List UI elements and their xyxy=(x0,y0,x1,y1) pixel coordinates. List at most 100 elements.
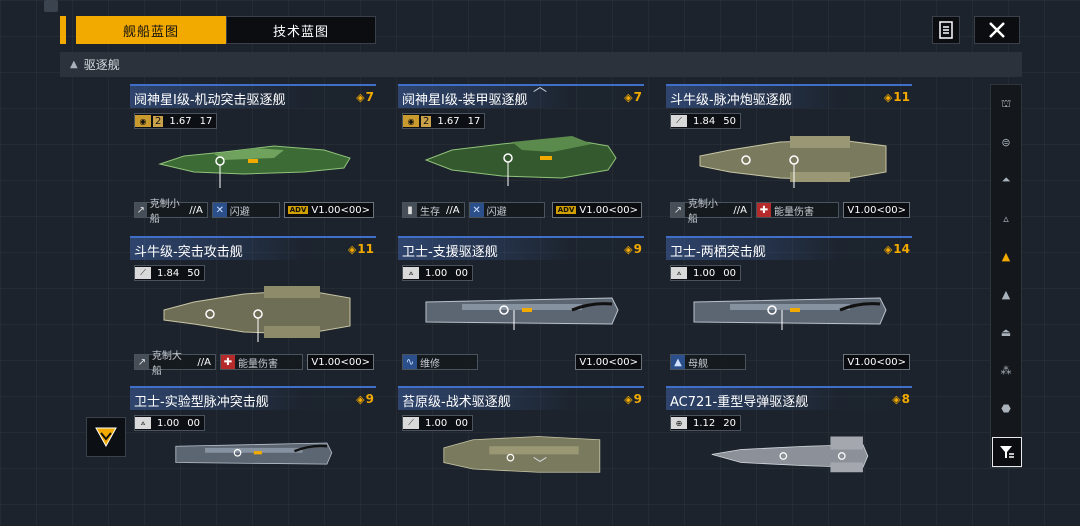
flagship-icon[interactable]: ⬣ xyxy=(991,393,1021,423)
blueprint-card[interactable]: 卫士-实验型脉冲突击舰 ◈ 9 ⟑ 1.00 00 xyxy=(130,386,376,526)
card-title: AC721-重型导弹驱逐舰 xyxy=(670,395,809,410)
card-cost: ◈ 7 xyxy=(356,90,374,104)
tech-value: 1.67 xyxy=(169,115,192,127)
blueprint-card[interactable]: 斗牛级-突击攻击舰 ◈ 11 ⟋ 1.84 50 ↗ 克制大船 //A ✚ 能量伤害 V… xyxy=(130,236,376,377)
card-cost: ◈ 9 xyxy=(356,392,374,406)
destroyer-icon[interactable]: ⏶ xyxy=(991,165,1021,195)
trait-label: 克制大船 xyxy=(151,351,182,377)
card-title: 卫士-两栖突击舰 xyxy=(670,245,766,260)
tech-sub-value: 00 xyxy=(723,267,736,279)
card-title: 卫士-实验型脉冲突击舰 xyxy=(134,395,269,410)
tech-level: ⟋ 1.00 00 xyxy=(402,415,473,431)
faction-logo-icon: ◉ xyxy=(403,115,419,127)
trait-tag: ▮ 生存 //A xyxy=(402,202,465,218)
document-icon xyxy=(939,21,953,39)
card-title: 苔原级-战术驱逐舰 xyxy=(402,395,511,410)
close-button[interactable] xyxy=(974,16,1020,44)
faction-logo-icon: ⟑ xyxy=(135,417,151,429)
blueprint-card[interactable]: 卫士-两栖突击舰 ◈ 14 ⟑ 1.00 00 ▲ 母舰 V1.00<00> xyxy=(666,236,912,376)
trait-grade: //A xyxy=(733,204,747,216)
tab-ship-blueprint[interactable]: 舰船蓝图 xyxy=(76,16,226,44)
section-header[interactable]: ▲ 驱逐舰 xyxy=(60,52,1022,77)
faction-logo-icon: ⟋ xyxy=(671,115,687,127)
trait-label: 闪避 xyxy=(229,206,250,218)
trait-label: 生存 xyxy=(420,206,440,218)
cost-icon: ◈ xyxy=(624,242,633,256)
blueprint-card[interactable]: AC721-重型导弹驱逐舰 ◈ 8 ⊕ 1.12 20 xyxy=(666,386,912,526)
fleet-toggle-button[interactable] xyxy=(86,417,126,457)
card-title-bar: AC721-重型导弹驱逐舰 ◈ 8 xyxy=(666,386,912,410)
card-cost: ◈ 9 xyxy=(624,392,642,406)
version-badge: ADV V1.00<00> xyxy=(283,202,374,218)
auxiliary-icon[interactable]: ⁂ xyxy=(991,355,1021,385)
trait-tag: ▲ 母舰 xyxy=(670,354,746,370)
version-text: V1.00<00> xyxy=(311,356,370,368)
version-text: V1.00<00> xyxy=(579,204,638,216)
battlecruiser-icon[interactable]: ▲ xyxy=(991,279,1021,309)
counter-icon: ↗ xyxy=(135,355,149,369)
tech-value: 1.84 xyxy=(157,267,180,279)
corvette-icon[interactable]: ⊜ xyxy=(991,127,1021,157)
close-icon xyxy=(989,22,1005,38)
card-footer: ▲ 母舰 V1.00<00> xyxy=(670,354,910,370)
card-footer: ↗ 克制大船 //A ✚ 能量伤害 V1.00<00> xyxy=(134,351,374,377)
tab-tech-blueprint[interactable]: 技术蓝图 xyxy=(226,16,376,44)
back-chip[interactable] xyxy=(44,0,58,12)
blueprint-card[interactable]: 卫士-支援驱逐舰 ◈ 9 ⟑ 1.00 00 ∿ 维修 V1.00<00> xyxy=(398,236,644,376)
dodge-icon: ✕ xyxy=(212,203,227,217)
scroll-down-icon[interactable]: ﹀ xyxy=(533,454,547,474)
trait-label: 母舰 xyxy=(688,358,708,370)
faction-logo-icon: ⟑ xyxy=(671,267,687,279)
cost-icon: ◈ xyxy=(356,392,365,406)
carrier-icon[interactable]: ⏏ xyxy=(991,317,1021,347)
card-title: 卫士-支援驱逐舰 xyxy=(402,245,498,260)
energy-damage-icon: ✚ xyxy=(221,355,235,369)
tech-level: ◉ 2 1.67 17 xyxy=(134,113,218,129)
blueprint-card[interactable]: 斗牛级-脉冲炮驱逐舰 ◈ 11 ⟋ 1.84 50 ↗ 克制小船 //A ✚ 能量伤害 … xyxy=(666,84,912,225)
carrier-icon: ▲ xyxy=(671,355,685,369)
ship-image xyxy=(699,136,887,188)
blueprint-card[interactable]: 苔原级-战术驱逐舰 ◈ 9 ⟋ 1.00 00 xyxy=(398,386,644,526)
card-cost: ◈ 8 xyxy=(892,392,910,406)
cost-icon: ◈ xyxy=(347,242,357,256)
blueprint-card[interactable]: 阋神星I级-机动突击驱逐舰 ◈ 7 ◉ 2 1.67 17 ↗ 克制小船 //A ✕ 闪… xyxy=(130,84,376,225)
card-title: 斗牛级-突击攻击舰 xyxy=(134,245,243,260)
cost-value: 11 xyxy=(893,90,910,104)
card-title-bar: 斗牛级-脉冲炮驱逐舰 ◈ 11 xyxy=(666,84,912,108)
ship-image xyxy=(693,297,887,330)
document-button[interactable] xyxy=(932,16,960,44)
card-footer: ∿ 维修 V1.00<00> xyxy=(402,354,642,370)
tab-group: 舰船蓝图 技术蓝图 xyxy=(60,16,376,44)
version-badge: V1.00<00> xyxy=(307,354,374,370)
trait-label: 克制小船 xyxy=(149,199,180,225)
dodge-icon: ✕ xyxy=(469,203,484,217)
cruiser-icon[interactable]: ▵ xyxy=(991,203,1021,233)
tech-value: 1.67 xyxy=(437,115,460,127)
trait-label: 能量伤害 xyxy=(238,358,278,370)
tech-sub-value: 00 xyxy=(187,417,200,429)
tech-sub-value: 20 xyxy=(723,417,736,429)
frigate-icon[interactable]: ⛫ xyxy=(991,89,1021,119)
tech-sub-value: 50 xyxy=(187,267,200,279)
repair-icon: ∿ xyxy=(403,355,417,369)
trait-tag: ∿ 维修 xyxy=(402,354,478,370)
card-title-bar: 卫士-支援驱逐舰 ◈ 9 xyxy=(398,236,644,260)
faction-logo-icon: ⊕ xyxy=(671,417,687,429)
version-text: V1.00<00> xyxy=(311,204,370,216)
trait-tag: ✚ 能量伤害 xyxy=(756,202,840,218)
tech-level: ⊕ 1.12 20 xyxy=(670,415,741,431)
version-badge: V1.00<00> xyxy=(843,202,910,218)
card-title: 斗牛级-脉冲炮驱逐舰 xyxy=(670,93,792,108)
trait-grade: //A xyxy=(446,204,460,216)
card-footer: ▮ 生存 //A ✕ 闪避 ADV V1.00<00> xyxy=(402,202,642,218)
ship-image xyxy=(163,286,351,342)
ship-image xyxy=(443,436,601,473)
filter-button[interactable] xyxy=(992,437,1022,467)
version-badge: V1.00<00> xyxy=(575,354,642,370)
ship-class-sidebar: ⛫ ⊜ ⏶ ▵ ▲ ▲ ⏏ ⁂ ⬣ xyxy=(990,84,1022,468)
destroyer-active-icon[interactable]: ▲ xyxy=(991,241,1021,271)
tech-value: 1.84 xyxy=(693,115,716,127)
blueprint-card[interactable]: 阋神星I级-装甲驱逐舰 ◈ 7 ◉ 2 1.67 17 ▮ 生存 //A ✕ 闪避 AD… xyxy=(398,84,644,224)
cost-icon: ◈ xyxy=(624,90,633,104)
card-cost: ◈ 11 xyxy=(348,242,374,256)
